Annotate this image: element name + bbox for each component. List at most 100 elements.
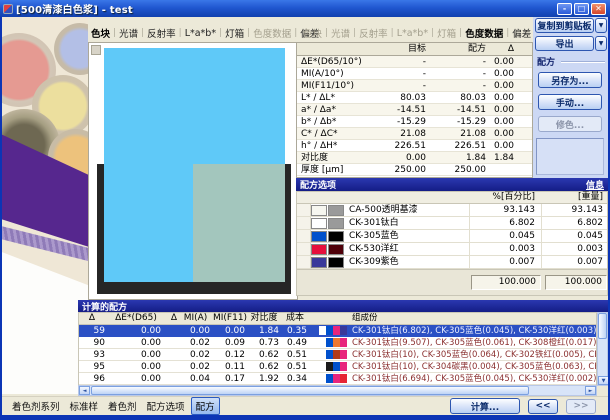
info-link[interactable]: 信息 (586, 178, 604, 191)
measure-row: ΔE*(D65/10°)--0.00 (297, 56, 532, 68)
measure-target-value: 0.00 (371, 152, 431, 163)
left-tab-light-booth[interactable]: 灯箱 (222, 26, 247, 40)
formula-number: 95 (79, 361, 111, 372)
calculate-button[interactable]: 计算... (450, 398, 520, 414)
cost-value: 0.51 (283, 349, 311, 360)
calculated-formula-row[interactable]: 590.000.000.001.840.35CK-301钛白(6.802), C… (79, 325, 596, 337)
paint-can-blue (54, 23, 88, 75)
ingredient-weight: 0.045 (541, 230, 607, 242)
calculated-formula-row[interactable]: 900.000.020.090.730.49CK-301钛白(9.507), C… (79, 337, 596, 349)
colorant-swatch (326, 338, 333, 347)
left-tab-color-patch[interactable]: 色块 (88, 26, 113, 40)
formula-number: 59 (79, 325, 111, 337)
gap-cell (311, 373, 319, 384)
formula-ingredient-row[interactable]: CK-530洋红0.0030.003 (297, 243, 607, 256)
status-tab-standard-sample[interactable]: 标准样 (66, 398, 103, 414)
measure-row: h° / ΔH*226.51226.510.00 (297, 140, 532, 152)
horizontal-scroll-thumb[interactable] (91, 386, 529, 395)
status-tab-formula[interactable]: 配方 (191, 397, 220, 415)
title-bar[interactable]: [500清漆白色浆] - test - □ ✕ (0, 0, 610, 17)
column-blank (297, 192, 311, 203)
formula-composition: CK-301钛白(10), CK-304碳黑(0.004), CK-305蓝色(… (349, 361, 596, 372)
copy-to-clipboard-button[interactable]: 复制到剪贴板 (535, 18, 594, 33)
vertical-scroll-thumb[interactable] (598, 313, 607, 339)
window-border-left (0, 17, 2, 415)
colorant-swatch (333, 374, 340, 383)
left-tab-lab[interactable]: L*a*b* (182, 28, 219, 39)
measure-formula-value: -15.29 (431, 116, 491, 127)
colorant-swatch-group (319, 325, 349, 337)
left-tab-reflectance[interactable]: 反射率 (144, 26, 179, 40)
column-header-target: 目标 (371, 43, 431, 55)
scroll-left-icon[interactable]: ◄ (79, 386, 90, 395)
horizontal-scrollbar[interactable]: ◄ ► (78, 385, 597, 396)
status-tab-formula-options[interactable]: 配方选项 (143, 398, 189, 414)
left-tab-spectrum[interactable]: 光谱 (116, 26, 141, 40)
right-tab-difference[interactable]: 偏差 (509, 26, 534, 40)
close-button[interactable]: ✕ (591, 3, 606, 15)
previous-button[interactable]: << (528, 399, 558, 414)
save-as-button[interactable]: 另存为... (538, 72, 602, 88)
column-mi-a: MI(A) (181, 313, 213, 324)
calculated-formula-row[interactable]: 930.000.020.120.620.51CK-301钛白(10), CK-3… (79, 349, 596, 361)
colorant-swatch (333, 350, 340, 359)
color-patch-panel (88, 42, 298, 300)
measure-delta-value: 0.00 (491, 56, 532, 67)
contrast-value: 1.92 (249, 373, 283, 384)
column-delta-e: ΔE*(D65) (111, 313, 167, 324)
cost-value: 0.49 (283, 337, 311, 348)
measure-label: h° / ΔH* (297, 140, 371, 151)
colorant-swatch (319, 374, 326, 383)
ingredient-percent: 0.003 (469, 243, 541, 255)
measure-row: L* / ΔL*80.0380.030.00 (297, 92, 532, 104)
colorant-swatch (340, 350, 347, 359)
right-tab-strip: 色块|光谱|反射率|L*a*b*|灯箱|色度数据|偏差 (300, 25, 533, 41)
formula-ingredient-row[interactable]: CA-500透明基漆93.14393.143 (297, 204, 607, 217)
calculated-formula-row[interactable]: 960.000.040.171.920.34CK-301钛白(6.694), C… (79, 373, 596, 385)
measure-target-value: 250.00 (371, 164, 431, 175)
export-button[interactable]: 导出 (535, 36, 594, 51)
measure-formula-value: 21.08 (431, 128, 491, 139)
scroll-right-icon[interactable]: ► (585, 386, 596, 395)
right-tab-colorimetric[interactable]: 色度数据 (462, 26, 506, 40)
vertical-scrollbar[interactable]: ▼ (597, 312, 608, 386)
measure-row: b* / Δb*-15.29-15.290.00 (297, 116, 532, 128)
formula-composition: CK-301钛白(6.694), CK-305蓝色(0.045), CK-530… (349, 373, 596, 384)
maximize-button[interactable]: □ (574, 3, 589, 15)
formula-ingredient-row[interactable]: CK-301钛白6.8026.802 (297, 217, 607, 230)
formula-options-header: 配方选项 信息 (296, 178, 608, 191)
row-selector-cell (297, 243, 311, 255)
calculated-formulas-header: 计算的配方 (78, 300, 608, 312)
delta-e-value: 0.00 (111, 361, 167, 372)
ingredient-percent: 0.007 (469, 256, 541, 268)
measure-formula-value: - (431, 56, 491, 67)
formula-ingredient-row[interactable]: CK-309紫色0.0070.007 (297, 256, 607, 269)
measure-row: MI(A/10°)--0.00 (297, 68, 532, 80)
ingredient-percent: 0.045 (469, 230, 541, 242)
colorant-swatch (328, 244, 344, 255)
measure-row: C* / ΔC*21.0821.080.00 (297, 128, 532, 140)
measure-formula-value: 80.03 (431, 92, 491, 103)
colorant-swatch (326, 350, 333, 359)
right-tab-lab: L*a*b* (394, 28, 431, 39)
mi-a-value: 0.02 (181, 361, 213, 372)
ingredient-weight: 0.007 (541, 256, 607, 268)
measure-delta-value: 0.00 (491, 128, 532, 139)
export-dropdown-arrow-icon[interactable]: ▼ (595, 36, 607, 51)
recessed-area (536, 138, 604, 175)
manual-button[interactable]: 手动... (538, 94, 602, 110)
measure-row: a* / Δa*-14.51-14.510.00 (297, 104, 532, 116)
colorant-swatch (311, 244, 327, 255)
formula-ingredient-row[interactable]: CK-305蓝色0.0450.045 (297, 230, 607, 243)
calculated-formulas-title: 计算的配方 (82, 300, 127, 313)
minimize-button[interactable]: - (557, 3, 572, 15)
formula-ingredients-list: CA-500透明基漆93.14393.143CK-301钛白6.8026.802… (296, 204, 608, 269)
delta2-value (167, 373, 181, 384)
status-tab-colorant-series[interactable]: 着色剂系列 (8, 398, 64, 414)
colorant-swatch (311, 231, 327, 242)
formula-number: 93 (79, 349, 111, 360)
copy-dropdown-arrow-icon[interactable]: ▼ (595, 18, 607, 33)
calculated-formula-row[interactable]: 950.000.020.110.620.51CK-301钛白(10), CK-3… (79, 361, 596, 373)
measure-target-value: - (371, 56, 431, 67)
status-tab-colorant[interactable]: 着色剂 (104, 398, 141, 414)
